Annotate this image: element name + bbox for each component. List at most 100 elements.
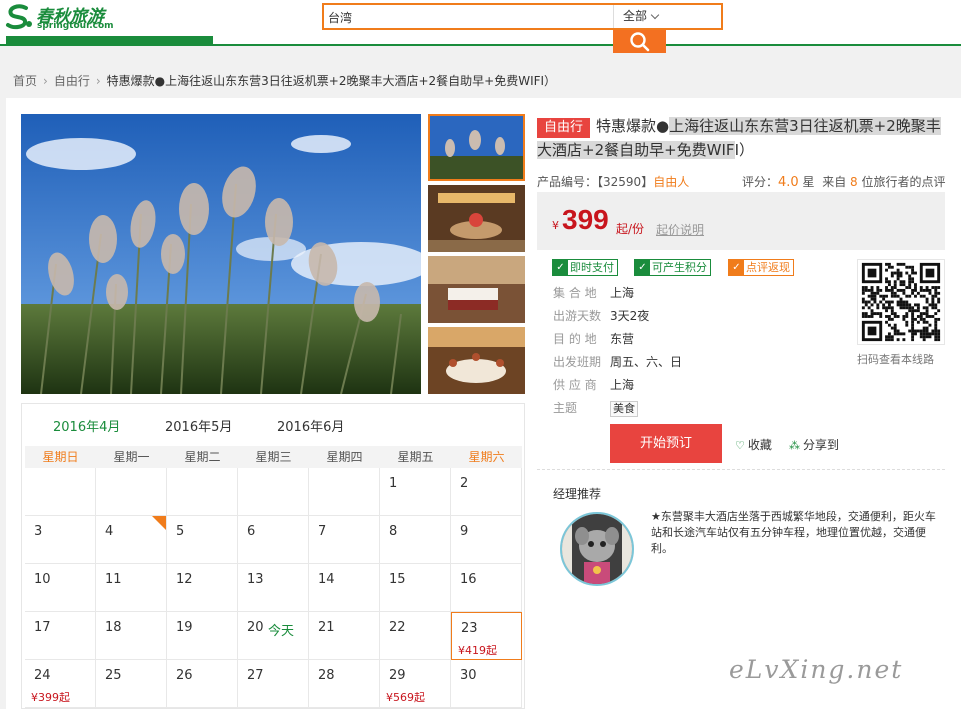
calendar-day[interactable]: 23 ¥419起 [451,612,522,660]
favorite-label: 收藏 [747,438,772,452]
nav-strip [6,36,213,46]
departure-calendar: 2016年4月 2016年5月 2016年6月 星期日 星期一 星期二 星期三 … [21,403,525,709]
thumbnail-lobby-image [428,185,525,252]
calendar-day-number: 20 [247,620,264,635]
calendar-day[interactable]: 20 今天 [238,612,309,660]
calendar-day[interactable]: 28 [309,660,380,708]
qr-code-icon [859,260,943,344]
badge-review-cashback: ✓ 点评返现 [728,259,794,276]
calendar-day[interactable]: 18 [96,612,167,660]
rating-unit: 星 [802,175,815,189]
calendar-day[interactable]: 10 [25,564,96,612]
calendar-day[interactable]: 26 [167,660,238,708]
thumbnail-room-1[interactable] [428,256,525,323]
calendar-day[interactable]: 5 [167,516,238,564]
weekday-label: 星期二 [184,450,221,464]
theme-chip[interactable]: 美食 [610,401,638,417]
calendar-day[interactable]: 14 [309,564,380,612]
calendar-day[interactable]: 3 [25,516,96,564]
calendar-day-price: ¥569起 [386,691,425,704]
calendar-day[interactable]: 6 [238,516,309,564]
thumbnail-dining[interactable] [428,327,525,394]
calendar-weekday-header: 星期日 星期一 星期二 星期三 星期四 星期五 星期六 [25,446,522,468]
calendar-empty-cell [96,468,167,516]
rating-label: 评分： [742,175,779,189]
thumbnail-lobby[interactable] [428,185,525,252]
search-scope-label: 全部 [623,9,648,23]
calendar-day-number: 11 [105,572,122,587]
site-header: 春秋旅游 springtour.com 全部 [0,0,961,53]
calendar-day[interactable]: 13 [238,564,309,612]
calendar-day-number: 27 [247,668,264,683]
calendar-day[interactable]: 16 [451,564,522,612]
qr-caption: 扫码查看本线路 [857,353,934,366]
tab-month-3[interactable]: 2016年6月 [277,416,344,435]
calendar-day[interactable]: 7 [309,516,380,564]
calendar-day[interactable]: 17 [25,612,96,660]
calendar-day[interactable]: 9 [451,516,522,564]
calendar-day-number: 5 [176,524,185,539]
calendar-day-number: 2 [460,476,469,491]
badge-instant-pay: ✓ 即时支付 [552,259,618,276]
thumbnail-room-1-image [428,256,525,323]
reviews-count[interactable]: 8 [850,175,858,189]
search-box: 全部 [322,3,723,30]
search-button[interactable] [613,30,666,53]
calendar-day[interactable]: 30 [451,660,522,708]
attr-key: 出游天数 [553,309,602,323]
favorite-button[interactable]: ♡ 收藏 [735,436,772,453]
price-explain-link[interactable]: 起价说明 [656,221,704,238]
calendar-day[interactable]: 24 ¥399起 [25,660,96,708]
qr-code [857,259,945,345]
search-input[interactable] [328,8,608,26]
check-icon: ✓ [729,260,744,275]
price-box: ¥ 399 起/份 起价说明 [537,192,945,250]
breadcrumb-current: 特惠爆款●上海往返山东东营3日往返机票+2晚聚丰大酒店+2餐自助早+免费WIFI… [106,74,557,88]
calendar-day[interactable]: 4 [96,516,167,564]
calendar-day[interactable]: 8 [380,516,451,564]
calendar-day-number: 12 [176,572,193,587]
calendar-day[interactable]: 1 [380,468,451,516]
calendar-day-number: 18 [105,620,122,635]
calendar-day[interactable]: 29 ¥569起 [380,660,451,708]
share-button[interactable]: ⁂ 分享到 [789,436,839,453]
tab-month-1[interactable]: 2016年4月 [53,416,120,435]
calendar-day-number: 9 [460,524,469,539]
breadcrumb-category[interactable]: 自由行 [54,74,90,88]
calendar-day[interactable]: 15 [380,564,451,612]
search-scope-dropdown[interactable]: 全部 [613,5,721,28]
site-logo[interactable]: 春秋旅游 springtour.com [4,2,114,32]
weekday-label: 星期五 [397,450,434,464]
product-title: 自由行 特惠爆款●上海往返山东东营3日往返机票+2晚聚丰大酒店+2餐自助早+免费W… [537,114,947,162]
calendar-empty-cell [309,468,380,516]
chevron-down-icon [650,10,660,20]
calendar-day[interactable]: 21 [309,612,380,660]
calendar-day[interactable]: 11 [96,564,167,612]
calendar-day[interactable]: 19 [167,612,238,660]
search-icon [630,32,650,52]
attr-key: 主题 [553,401,578,415]
thumbnail-reeds-image [430,116,523,179]
tab-month-2[interactable]: 2016年5月 [165,416,232,435]
avatar [560,512,634,586]
calendar-day[interactable]: 25 [96,660,167,708]
calendar-day[interactable]: 12 [167,564,238,612]
main-photo[interactable] [21,114,421,394]
calendar-day[interactable]: 2 [451,468,522,516]
breadcrumb-home[interactable]: 首页 [13,74,37,88]
calendar-day-number: 1 [389,476,398,491]
book-now-button[interactable]: 开始预订 [610,424,722,463]
breadcrumb: 首页 › 自由行 › 特惠爆款●上海往返山东东营3日往返机票+2晚聚丰大酒店+2餐自助早… [13,72,556,90]
breadcrumb-separator-icon: › [43,74,48,88]
calendar-empty-cell [25,468,96,516]
calendar-day[interactable]: 27 [238,660,309,708]
calendar-day-number: 24 [34,668,51,683]
product-code: 【32590】 [597,175,654,189]
thumbnail-reeds[interactable] [428,114,525,181]
badge-label: 点评返现 [746,261,790,274]
reviews-suffix: 位旅行者的点评 [861,175,946,189]
reviews-prefix: 来自 [822,175,847,189]
calendar-day-number: 16 [460,572,477,587]
calendar-day[interactable]: 22 [380,612,451,660]
section-divider [537,469,945,470]
